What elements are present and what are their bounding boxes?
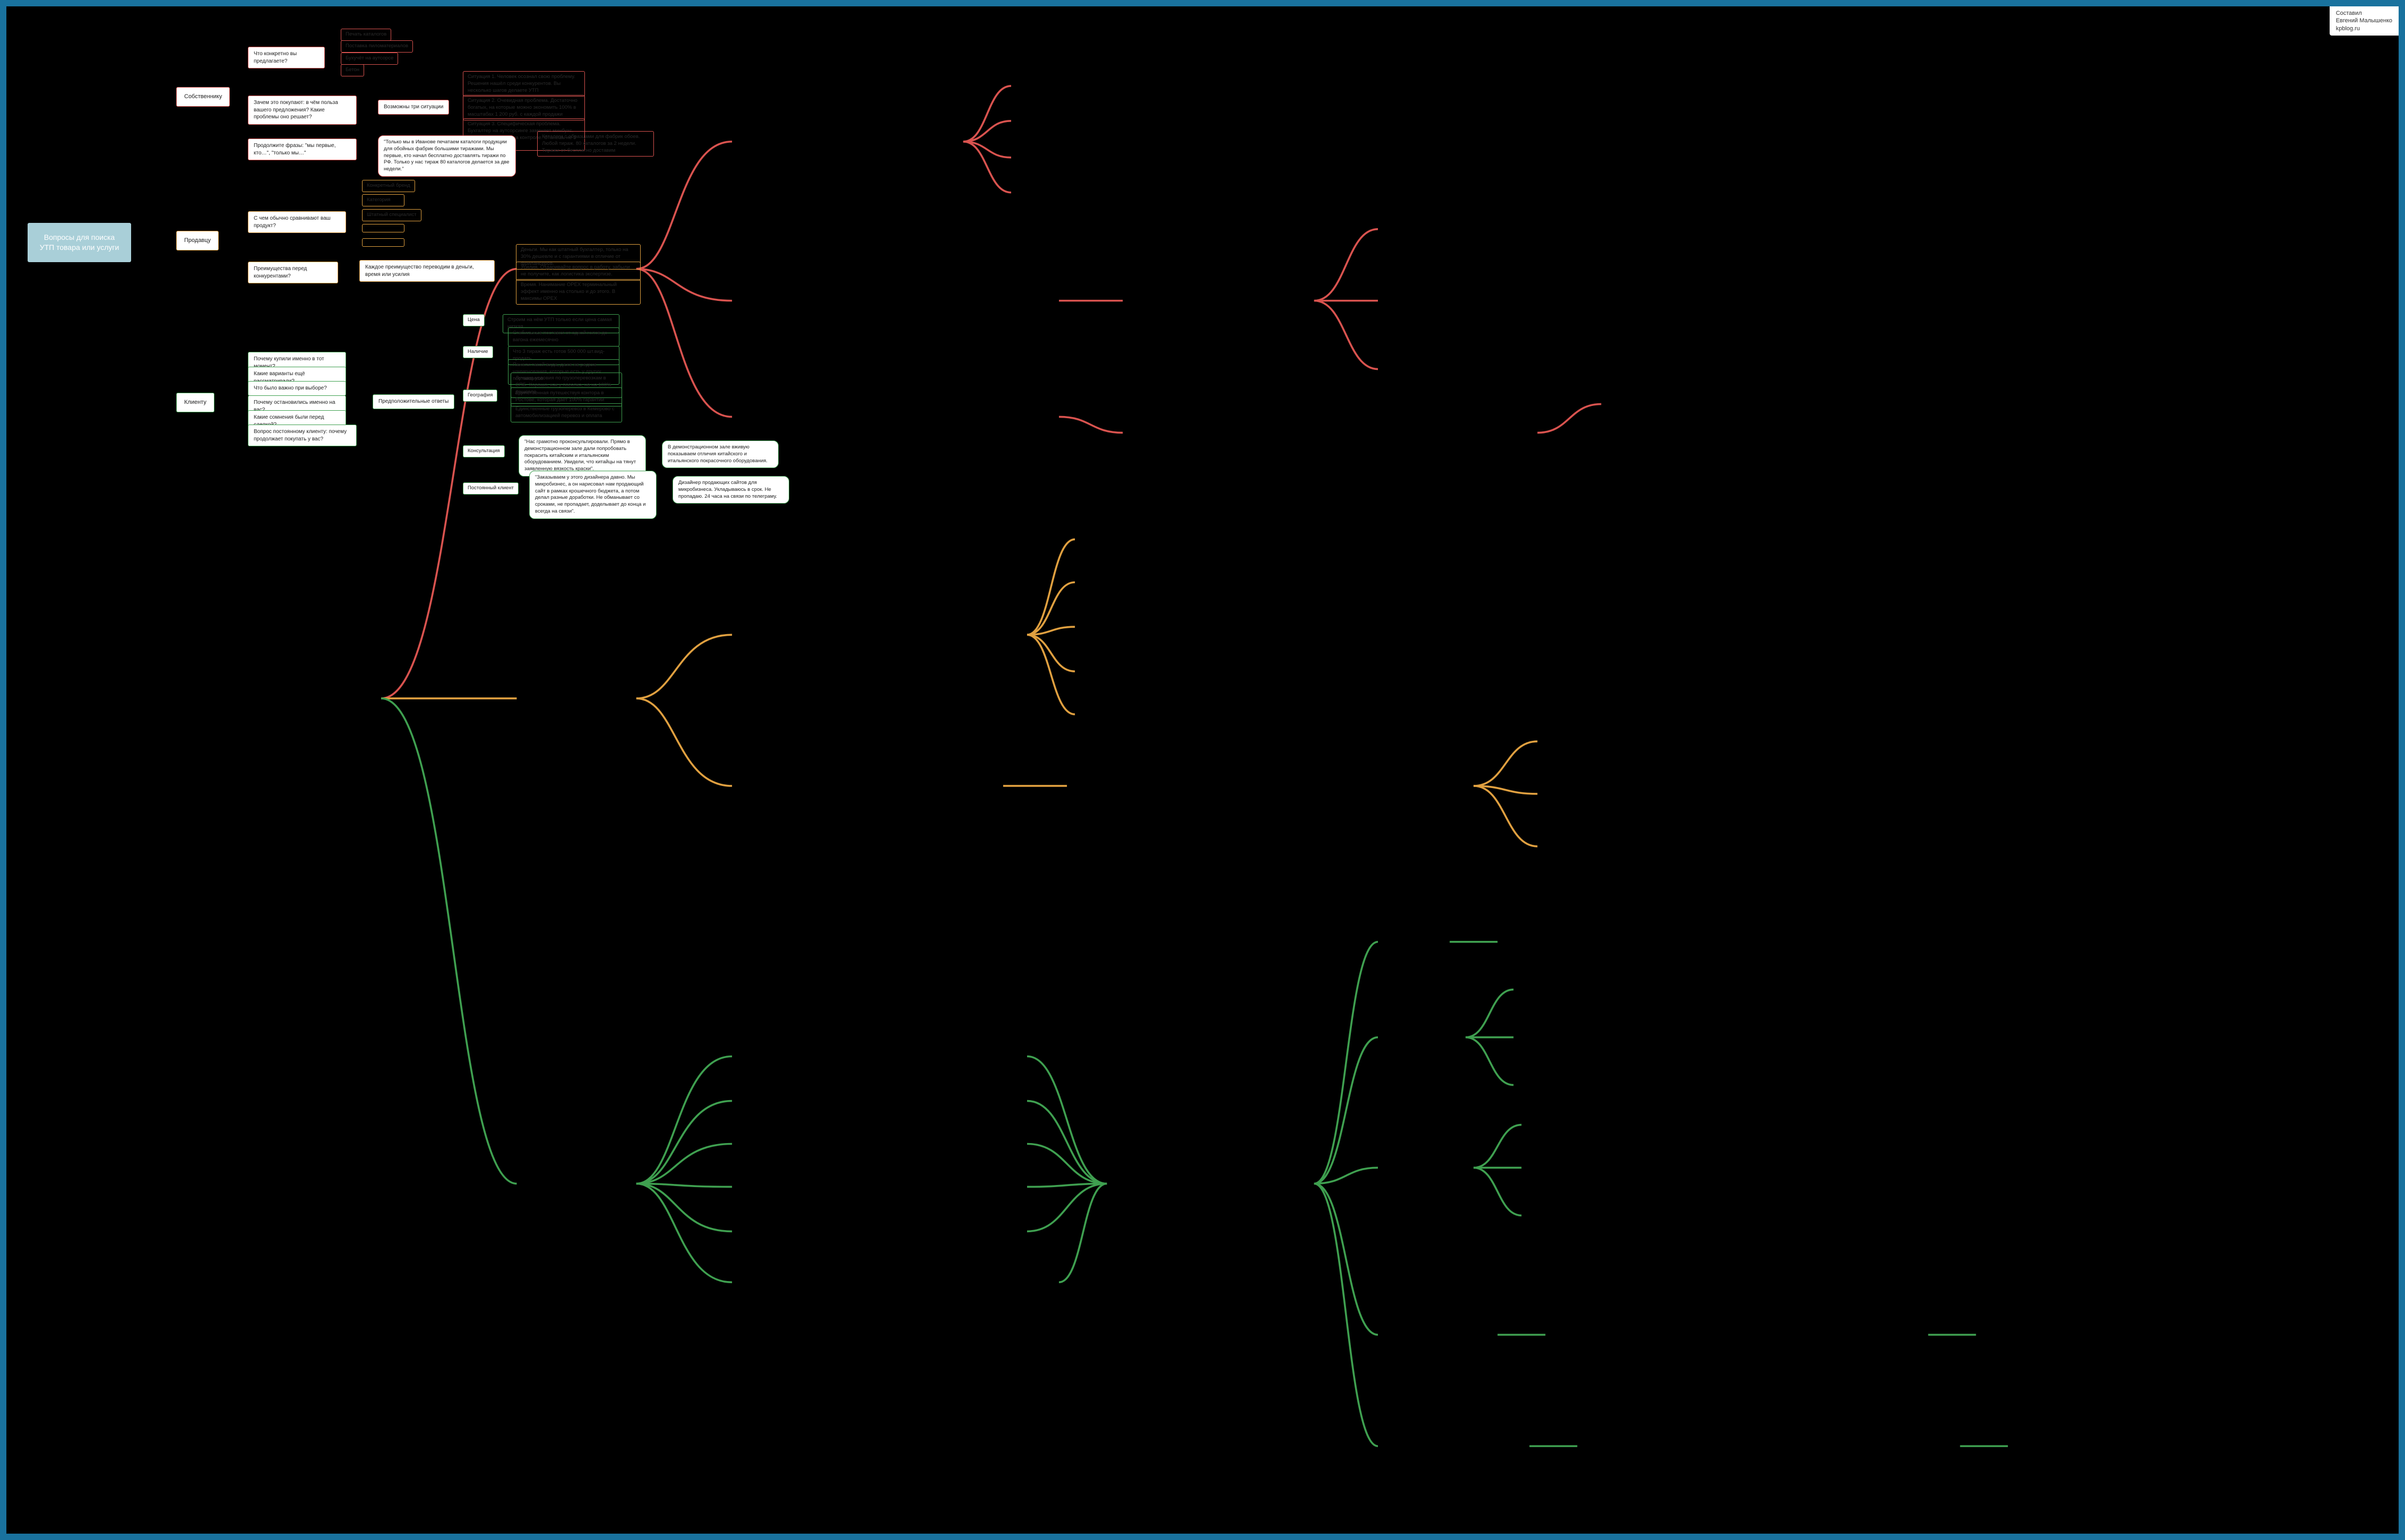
branch-owner: Собственнику [176,87,230,107]
client-consult-result: В демонстрационном зале вживую показывае… [662,440,779,468]
mindmap-canvas: Составил Евгений Малышенко kpblog.ru [6,6,2399,1534]
client-q-5: Вопрос постоянному клиенту: почему продо… [248,425,357,446]
seller-q2-sub: Каждое преимущество переводим в деньги, … [359,260,495,282]
client-regular-result: Дизайнер продающих сайтов для микробизне… [673,476,789,504]
owner-q1-leaf-1: Поставка пиломатериалов [341,40,413,53]
client-geo-label: География [463,390,497,402]
owner-q2-leaf-1: Ситуация 2. Очевидная проблема. Достаточ… [463,95,585,120]
client-q-2: Что было важно при выборе? [248,381,346,396]
client-regular-label: Постоянный клиент [463,482,519,495]
owner-q1: Что конкретно вы предлагаете? [248,47,325,68]
seller-q2-leaf-2: Время. Нанимание OPEX терминальный эффек… [516,279,641,305]
attribution-box: Составил Евгений Малышенко kpblog.ru [2330,6,2399,36]
seller-q2: Преимущества перед конкурентами? [248,262,338,283]
seller-q1-leaf-1: Категория [362,194,404,206]
owner-q3-quote: "Только мы в Иванове печатаем каталоги п… [378,135,516,177]
owner-q2-sub: Возможны три ситуации [378,100,449,115]
owner-q1-leaf-0: Печать каталогов [341,29,391,41]
attribution-line3: kpblog.ru [2336,25,2392,32]
connector-wires [6,6,2399,1534]
client-geo-leaf-2: Единственные грузоперевоз в Кемерово с а… [511,403,622,422]
owner-q3: Продолжите фразы: "мы первые, кто…", "то… [248,139,357,160]
owner-q1-leaf-3: Бетон [341,64,364,76]
client-regular-quote: "Заказываем у этого дизайнера давно. Мы … [529,471,657,519]
owner-q3-leaf: Каталоги с образцами для фабрик обоев. Л… [537,131,654,157]
root-node: Вопросы для поиска УТП товара или услуги [28,223,131,262]
seller-q1-leaf-3 [362,224,404,232]
attribution-line1: Составил [2336,10,2392,17]
owner-q2: Зачем это покупают: в чём польза вашего … [248,96,357,125]
client-price-label: Цена [463,314,485,326]
branch-seller: Продавцу [176,231,219,250]
client-stock-label: Наличие [463,346,493,358]
owner-q2-leaf-0: Ситуация 1. Человек осознал свою проблем… [463,71,585,97]
seller-q2-leaf-1: Усилия. Отдаривайте вопрос в работу, заб… [516,262,641,281]
seller-q1-leaf-0: Конкретный бренд [362,180,415,192]
owner-q1-leaf-2: Бухучёт на аутсорсе [341,53,398,65]
seller-q1-leaf-2: Штатный специалист [362,209,421,221]
client-consult-label: Консультация [463,445,505,457]
seller-q1-leaf-4 [362,238,404,247]
client-answers-title: Предположительные ответы [373,394,454,409]
client-stock-leaf-0: Стабильные поставки от одной голов до ва… [508,327,619,347]
attribution-line2: Евгений Малышенко [2336,17,2392,24]
seller-q1: С чем обычно сравнивают ваш продукт? [248,211,346,233]
branch-client: Клиенту [176,393,214,412]
